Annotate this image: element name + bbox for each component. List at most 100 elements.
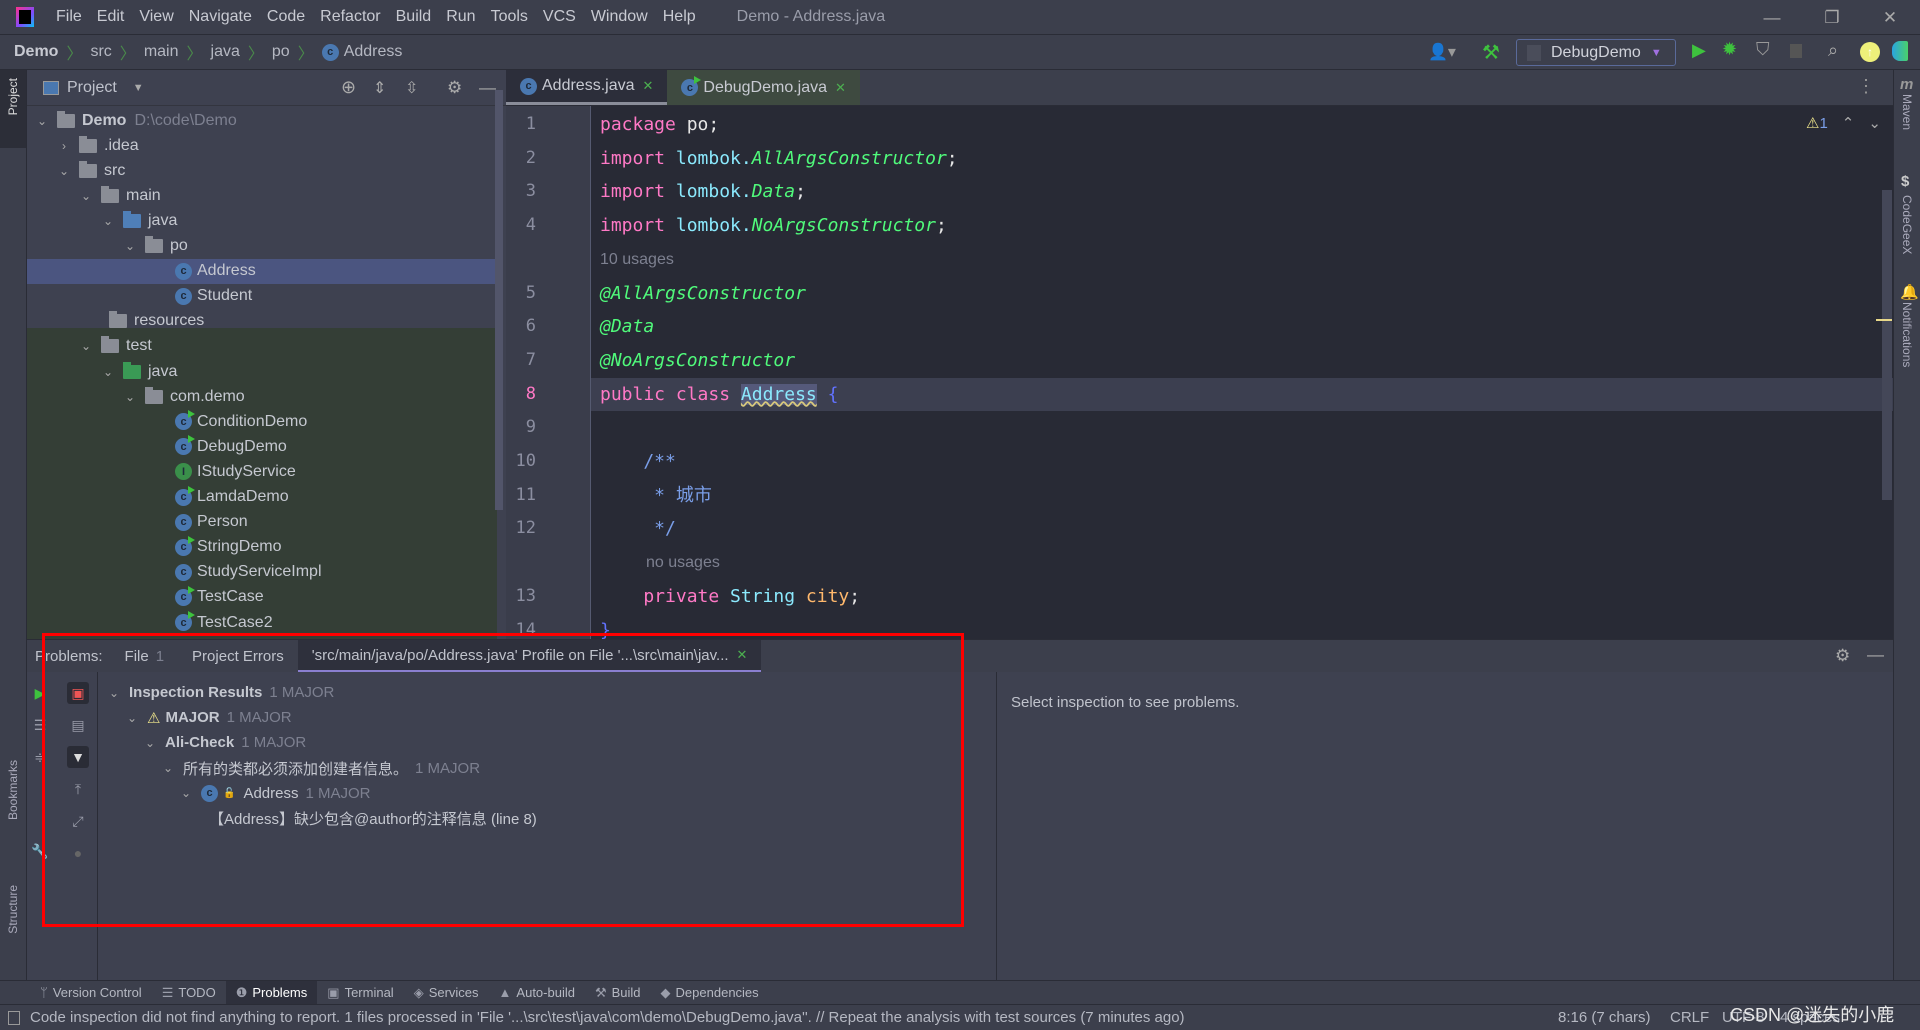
chevron-down-icon[interactable]: ⌄ [35,114,49,128]
toolwindow-terminal[interactable]: ▣ Terminal [317,981,403,1005]
menu-view[interactable]: View [139,8,173,26]
tree-item[interactable]: ⌄ java [27,208,497,233]
previous-icon[interactable]: ⌃ [1842,114,1855,132]
menu-file[interactable]: File [56,8,82,26]
code-line[interactable]: * 城市 [600,479,712,512]
user-icon[interactable]: 👤▾ [1428,42,1456,62]
debug-icon[interactable]: ✹ [1722,39,1737,60]
chevron-down-icon[interactable]: ⌄ [101,365,115,379]
menu-vcs[interactable]: VCS [543,8,576,26]
toolwindow-problems[interactable]: ❶ Problems [225,980,318,1005]
code-line[interactable]: import lombok.Data; [600,175,806,208]
tree-item[interactable]: c Address [27,258,497,284]
code-line[interactable]: public class Address { [600,378,838,411]
toolwindow-services[interactable]: ◈ Services [404,981,489,1005]
caret-position[interactable]: 8:16 (7 chars) [1558,1009,1651,1026]
tree-item[interactable]: ⌄ test [27,334,497,359]
toolwindow-auto-build[interactable]: ▲ Auto-build [489,981,585,1005]
code-line[interactable]: /** [600,445,676,478]
tree-item[interactable]: c Person [27,510,497,535]
chevron-down-icon[interactable]: ▼ [133,82,144,94]
restore-button[interactable]: ❐ [1812,0,1852,35]
coverage-icon[interactable]: ⛉ [1756,39,1770,60]
locate-icon[interactable]: ⊕ [341,77,356,98]
expand-all-icon[interactable]: ⇕ [373,78,386,98]
close-tab-icon[interactable]: ✕ [835,80,846,96]
chevron-down-icon[interactable]: ⌄ [79,339,93,353]
breadcrumb-item[interactable]: src [90,43,111,61]
breadcrumb-item[interactable]: java [211,43,240,61]
code-line[interactable]: @AllArgsConstructor [600,277,806,310]
gear-icon[interactable]: ⚙ [447,78,462,98]
status-toggle-icon[interactable] [8,1010,20,1025]
line-separator[interactable]: CRLF [1670,1009,1709,1026]
tree-item[interactable]: c TestCase [27,585,497,610]
usages-hint[interactable]: 10 usages [600,243,674,276]
code-line[interactable]: @Data [600,310,654,343]
tree-item[interactable]: › .idea [27,133,497,158]
hide-icon[interactable]: — [479,78,496,98]
tree-item[interactable]: ⌄ Demo D:\code\Demo [27,108,497,133]
breadcrumb-item[interactable]: Demo [14,43,58,61]
tree-item[interactable]: ⌄ com.demo [27,384,497,409]
chevron-down-icon[interactable]: ⌄ [57,164,71,178]
tree-item[interactable]: ⌄ main [27,183,497,208]
project-title[interactable]: Project [67,79,117,97]
toolwindow-dependencies[interactable]: ◆ Dependencies [651,981,769,1005]
menu-build[interactable]: Build [396,8,432,26]
editor-tab[interactable]: c Address.java ✕ [506,70,668,105]
chevron-right-icon[interactable]: › [57,139,71,153]
tree-item[interactable]: ⌄ po [27,234,497,259]
tree-item[interactable]: c DebugDemo [27,434,497,459]
next-icon[interactable]: ⌄ [1868,114,1881,132]
menu-help[interactable]: Help [663,8,696,26]
maven-tool-button[interactable]: Maven [1900,94,1914,130]
breadcrumb-item[interactable]: main [144,43,179,61]
more-icon[interactable]: ⋮ [1857,76,1875,97]
code-line[interactable]: import lombok.NoArgsConstructor; [600,209,947,242]
inspection-widget[interactable]: ⚠1 ⌃ ⌄ [1806,114,1881,132]
chevron-down-icon[interactable]: ⌄ [123,239,137,253]
tree-item[interactable]: c TestCase2 [27,610,497,635]
warning-marker[interactable] [1876,319,1892,321]
toolwindow-version-control[interactable]: ᛘ Version Control [30,981,152,1005]
status-message[interactable]: Code inspection did not find anything to… [30,1009,1185,1026]
breadcrumb-item[interactable]: Address [344,43,403,61]
run-config-select[interactable]: DebugDemo ▼ [1516,39,1676,66]
code-line[interactable]: private String city; [600,580,860,613]
bookmarks-tool-button[interactable]: Bookmarks [6,760,20,820]
tree-item[interactable]: ⌄ src [27,158,497,183]
build-hammer-icon[interactable]: ⚒ [1482,40,1500,65]
code-line[interactable]: import lombok.AllArgsConstructor; [600,142,958,175]
collapse-all-icon[interactable]: ⇳ [405,78,418,98]
toolwindow-todo[interactable]: ☰ TODO [152,981,226,1005]
plugin-icon[interactable] [1892,41,1908,61]
stop-icon[interactable] [1790,44,1802,58]
chevron-down-icon[interactable]: ⌄ [123,390,137,404]
hide-icon[interactable]: — [1867,645,1884,665]
menu-navigate[interactable]: Navigate [189,8,252,26]
structure-tool-button[interactable]: Structure [6,885,20,934]
menu-refactor[interactable]: Refactor [320,8,380,26]
code-line[interactable]: @NoArgsConstructor [600,344,795,377]
close-tab-icon[interactable]: ✕ [643,78,654,94]
tree-item[interactable]: c Student [27,284,497,309]
gear-icon[interactable]: ⚙ [1835,646,1850,666]
menu-window[interactable]: Window [591,8,648,26]
project-tool-button[interactable]: Project [0,70,26,148]
close-window-button[interactable]: ✕ [1870,0,1910,35]
menu-code[interactable]: Code [267,8,305,26]
tree-item[interactable]: ⌄ java [27,359,497,384]
tree-item[interactable]: I IStudyService [27,459,497,484]
code-line[interactable]: */ [600,512,676,545]
editor-scrollbar[interactable] [1882,190,1892,500]
tree-item[interactable]: c StudyServiceImpl [27,560,497,585]
tree-item[interactable]: c StringDemo [27,535,497,560]
chevron-down-icon[interactable]: ⌄ [79,189,93,203]
codegeex-tool-button[interactable]: CodeGeeX [1900,195,1914,254]
search-icon[interactable]: ⌕ [1828,40,1838,61]
notifications-tool-button[interactable]: Notifications [1900,302,1914,367]
chevron-down-icon[interactable]: ⌄ [101,214,115,228]
breadcrumb-item[interactable]: po [272,43,290,61]
tree-item[interactable]: c ConditionDemo [27,409,497,434]
